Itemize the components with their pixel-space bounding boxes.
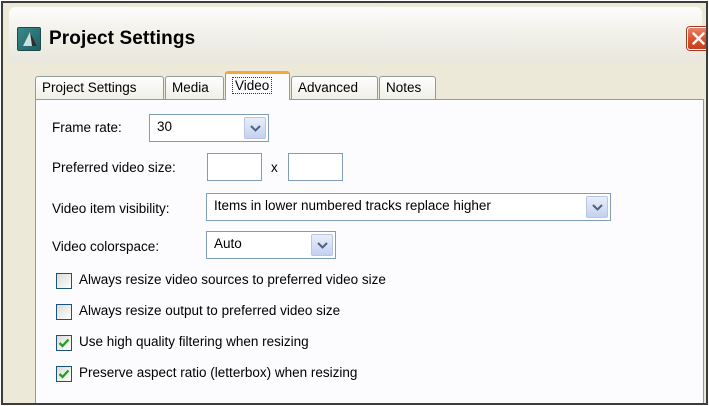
dropdown-arrow-button[interactable] [586,196,608,218]
frame-rate-label: Frame rate: [52,120,122,135]
preferred-width-input[interactable] [207,153,262,181]
video-colorspace-value: Auto [214,236,242,251]
tab-notes[interactable]: Notes [379,76,436,99]
preferred-video-size-label: Preferred video size: [52,160,176,175]
video-item-visibility-dropdown[interactable]: Items in lower numbered tracks replace h… [206,193,611,221]
checkbox-box[interactable] [56,335,72,351]
tab-label: Media [172,80,209,95]
chevron-down-icon [250,125,261,132]
checkbox-box[interactable] [56,366,72,382]
window-title: Project Settings [49,28,196,49]
checkbox-resize-output[interactable]: Always resize output to preferred video … [56,302,536,322]
checkbox-box[interactable] [56,273,72,289]
video-item-visibility-value: Items in lower numbered tracks replace h… [214,198,491,213]
frame-rate-value: 30 [157,119,173,134]
tab-advanced[interactable]: Advanced [291,76,378,99]
checkbox-label: Preserve aspect ratio (letterbox) when r… [79,365,358,380]
video-tab-panel: Frame rate: 30 Preferred video size: x V… [35,99,704,403]
checkbox-label: Always resize video sources to preferred… [79,272,386,287]
checkmark-icon [58,369,70,379]
dropdown-arrow-button[interactable] [244,117,266,139]
tab-label: Video [232,77,273,94]
tab-label: Notes [386,80,422,95]
video-colorspace-label: Video colorspace: [52,239,160,254]
tab-label: Project Settings [42,80,137,95]
close-icon [692,32,705,45]
preferred-height-input[interactable] [288,153,343,181]
frame-rate-dropdown[interactable]: 30 [149,114,269,142]
checkbox-high-quality-filtering[interactable]: Use high quality filtering when resizing [56,333,536,353]
tab-video[interactable]: Video [225,71,290,100]
checkbox-box[interactable] [56,304,72,320]
close-button[interactable] [687,27,706,50]
tab-label: Advanced [298,80,359,95]
size-separator: x [271,160,278,175]
video-item-visibility-label: Video item visibility: [52,201,170,216]
chevron-down-icon [317,242,328,249]
project-settings-app-icon [17,27,41,51]
checkbox-label: Always resize output to preferred video … [79,303,341,318]
video-colorspace-dropdown[interactable]: Auto [206,231,336,259]
project-settings-window: Project Settings Project Settings Media … [1,1,708,405]
dropdown-arrow-button[interactable] [311,234,333,256]
tab-project-settings[interactable]: Project Settings [35,76,164,99]
checkbox-preserve-aspect-ratio[interactable]: Preserve aspect ratio (letterbox) when r… [56,364,536,384]
checkmark-icon [58,338,70,348]
checkbox-resize-video-sources[interactable]: Always resize video sources to preferred… [56,271,536,291]
title-bar[interactable]: Project Settings [9,7,706,63]
checkbox-label: Use high quality filtering when resizing [79,334,309,349]
tab-media[interactable]: Media [165,76,224,99]
chevron-down-icon [592,204,603,211]
